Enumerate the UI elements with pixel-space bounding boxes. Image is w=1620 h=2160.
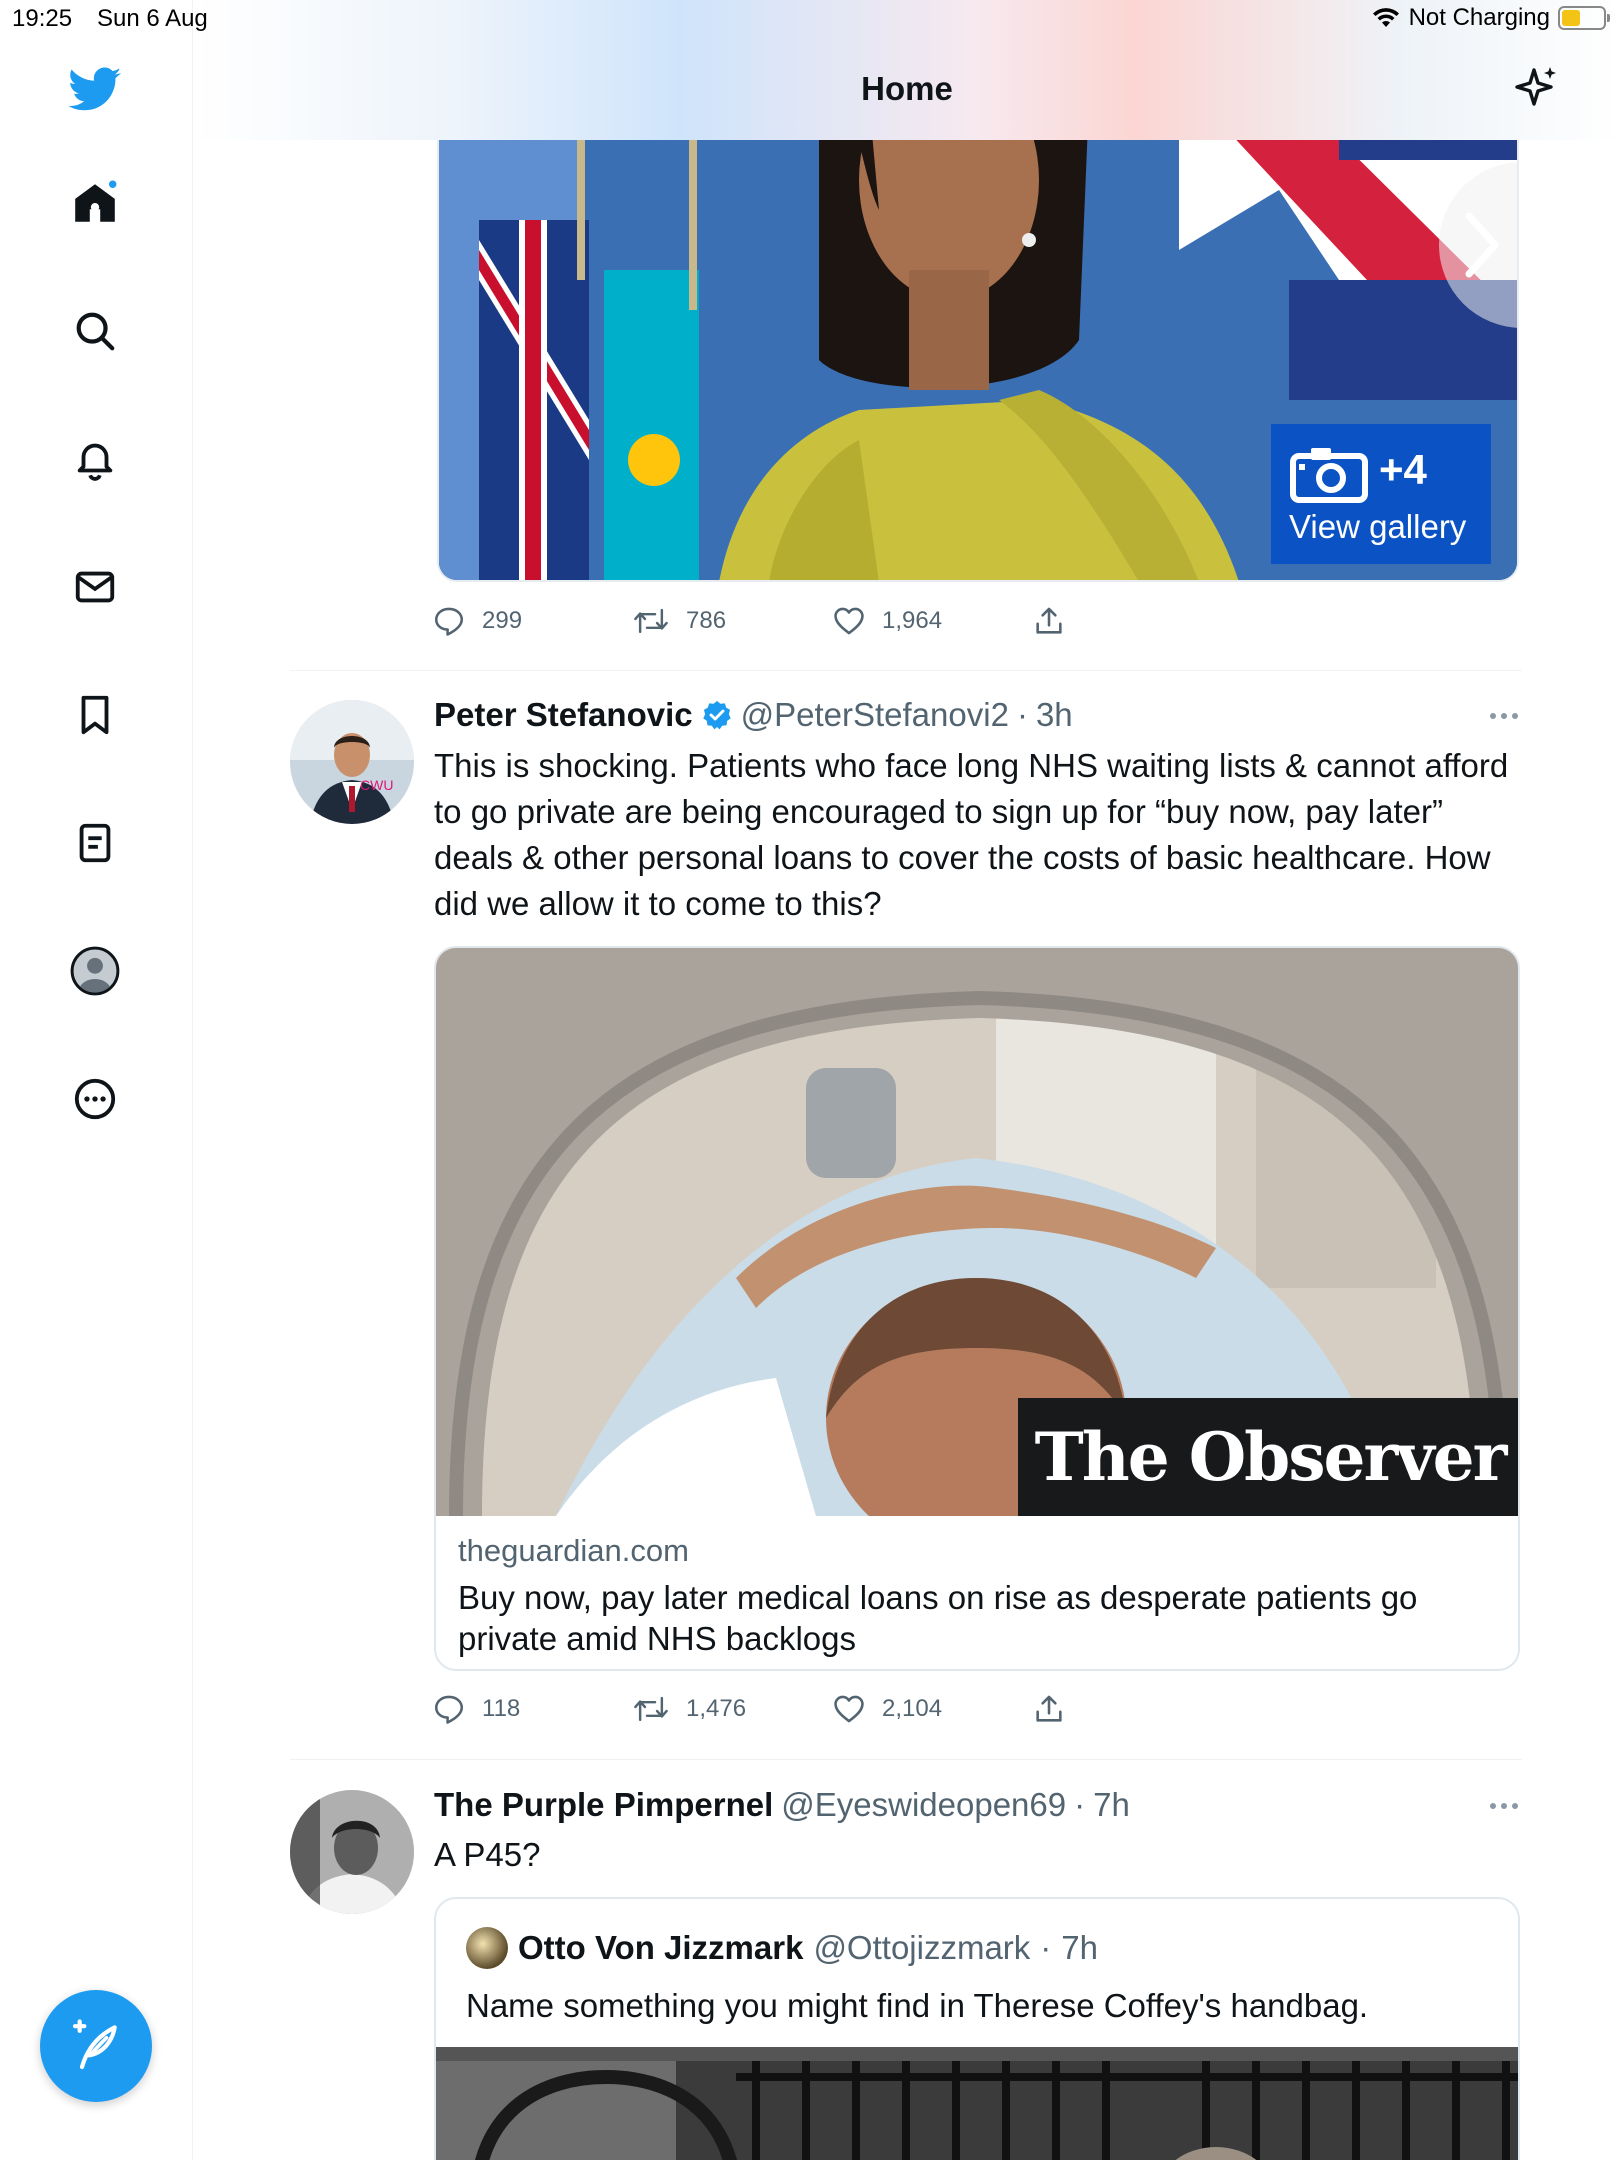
like-button[interactable]: 2,104 bbox=[832, 1692, 1032, 1726]
reply-count: 299 bbox=[482, 607, 523, 634]
retweet-icon bbox=[634, 1696, 668, 1722]
tweet-text: A P45? bbox=[434, 1836, 541, 1873]
ellipsis-icon bbox=[1490, 1803, 1518, 1809]
page-title: Home bbox=[861, 70, 953, 107]
tweet2-actions: 118 1,476 2,104 bbox=[432, 1692, 1232, 1726]
quoted-author-name: Otto Von Jizzmark bbox=[518, 1929, 804, 1966]
tweet2-header: Peter Stefanovic @PeterStefanovi2 · 3h bbox=[434, 696, 1073, 734]
quoted-avatar bbox=[466, 1927, 508, 1969]
avatar-badge: CWU bbox=[360, 777, 393, 793]
tweet-text: This is shocking. Patients who face long… bbox=[434, 747, 1509, 922]
view-gallery-badge[interactable]: +4 View gallery bbox=[1271, 424, 1491, 564]
status-time: 19:25 bbox=[12, 5, 73, 32]
quoted-tweet-image bbox=[436, 2047, 1518, 2160]
gallery-label: View gallery bbox=[1289, 508, 1467, 545]
status-bar: 19:25 Sun 6 Aug Not Charging bbox=[0, 0, 1620, 40]
retweet-count: 786 bbox=[686, 607, 727, 634]
status-date: Sun 6 Aug bbox=[97, 5, 208, 32]
tweet-time[interactable]: 3h bbox=[1036, 696, 1073, 734]
avatar[interactable]: CWU bbox=[290, 700, 414, 824]
share-icon bbox=[1036, 1695, 1062, 1722]
search-icon bbox=[76, 312, 115, 351]
heart-icon bbox=[834, 1695, 864, 1723]
battery-icon bbox=[1558, 6, 1610, 30]
quoted-photo bbox=[436, 2047, 1518, 2160]
author-name[interactable]: The Purple Pimpernel bbox=[434, 1786, 773, 1824]
quoted-tweet[interactable]: Otto Von Jizzmark @Ottojizzmark · 7h Nam… bbox=[434, 1897, 1520, 2160]
feather-plus-icon bbox=[72, 2019, 117, 2070]
retweet-button[interactable]: 1,476 bbox=[632, 1692, 832, 1726]
card-domain: theguardian.com bbox=[458, 1533, 689, 1568]
avatar-photo: CWU bbox=[290, 700, 414, 824]
bookmark-icon bbox=[81, 695, 109, 735]
sidebar-item-messages[interactable] bbox=[68, 560, 122, 614]
charging-status: Not Charging bbox=[1408, 4, 1550, 31]
more-circle-icon bbox=[74, 1078, 116, 1120]
sidebar-item-search[interactable] bbox=[68, 304, 122, 358]
profile-avatar-icon bbox=[70, 946, 120, 996]
status-right: Not Charging bbox=[1371, 4, 1610, 32]
reply-button[interactable]: 118 bbox=[432, 1692, 632, 1726]
retweet-button[interactable]: 786 bbox=[632, 604, 832, 638]
link-card[interactable]: The Observer theguardian.com Buy now, pa… bbox=[434, 946, 1520, 1671]
avatar-photo bbox=[290, 1790, 414, 1914]
avatar[interactable] bbox=[290, 1790, 414, 1914]
reply-icon bbox=[434, 607, 464, 636]
reply-count: 118 bbox=[482, 1695, 521, 1722]
share-button[interactable] bbox=[1032, 604, 1232, 638]
reply-icon bbox=[434, 1695, 464, 1724]
tweet3-header: The Purple Pimpernel @Eyeswideopen69 · 7… bbox=[434, 1786, 1130, 1824]
author-handle[interactable]: @Eyeswideopen69 bbox=[781, 1786, 1066, 1824]
more-options-button[interactable] bbox=[1488, 1786, 1520, 1820]
sidebar-item-bookmarks[interactable] bbox=[68, 688, 122, 742]
author-handle[interactable]: @PeterStefanovi2 bbox=[741, 696, 1009, 734]
tweet-divider bbox=[290, 670, 1522, 671]
ellipsis-icon bbox=[1490, 713, 1518, 719]
wifi-icon bbox=[1372, 8, 1399, 27]
gallery-count: +4 bbox=[1379, 446, 1427, 493]
quoted-tweet-header: Otto Von Jizzmark @Ottojizzmark · 7h bbox=[466, 1927, 1098, 1969]
link-card-image: The Observer bbox=[436, 948, 1518, 1516]
meta-separator: · bbox=[1040, 1929, 1052, 1966]
more-options-button[interactable] bbox=[1488, 696, 1520, 730]
sidebar-item-home[interactable] bbox=[68, 176, 122, 230]
sidebar-item-profile[interactable] bbox=[68, 944, 122, 998]
retweet-icon bbox=[634, 608, 668, 634]
observer-logo: The Observer bbox=[1018, 1398, 1518, 1516]
retweet-count: 1,476 bbox=[686, 1695, 747, 1722]
meta-separator: · bbox=[1074, 1786, 1086, 1823]
list-icon bbox=[79, 823, 111, 863]
tweet-photo-gallery[interactable]: +4 View gallery bbox=[437, 100, 1519, 582]
camera-icon bbox=[1290, 448, 1368, 503]
reply-button[interactable]: 299 bbox=[432, 604, 632, 638]
home-icon bbox=[75, 180, 117, 222]
author-name[interactable]: Peter Stefanovic bbox=[434, 696, 693, 734]
tweet1-actions: 299 786 1,964 bbox=[432, 604, 1232, 638]
like-count: 1,964 bbox=[882, 607, 943, 634]
like-count: 2,104 bbox=[882, 1695, 943, 1722]
share-icon bbox=[1036, 607, 1062, 634]
chevron-right-icon bbox=[1465, 212, 1499, 278]
quoted-tweet-time: 7h bbox=[1061, 1929, 1099, 1966]
sidebar-item-more[interactable] bbox=[68, 1072, 122, 1126]
like-button[interactable]: 1,964 bbox=[832, 604, 1032, 638]
bell-icon bbox=[77, 443, 113, 481]
heart-icon bbox=[834, 607, 864, 635]
quoted-tweet-text: Name something you might find in Therese… bbox=[466, 1987, 1369, 2024]
meta-separator: · bbox=[1016, 696, 1028, 733]
card-headline: Buy now, pay later medical loans on rise… bbox=[458, 1579, 1418, 1657]
sidebar-item-notifications[interactable] bbox=[68, 432, 122, 486]
twitter-logo-icon[interactable] bbox=[68, 63, 122, 117]
sparkle-icon[interactable] bbox=[1512, 64, 1560, 112]
tweet-divider bbox=[290, 1759, 1522, 1760]
quoted-author-handle: @Ottojizzmark bbox=[813, 1929, 1031, 1966]
share-button[interactable] bbox=[1032, 1692, 1232, 1726]
compose-tweet-button[interactable] bbox=[40, 1990, 152, 2102]
sidebar-item-lists[interactable] bbox=[68, 816, 122, 870]
sidebar bbox=[0, 0, 193, 2160]
mail-icon bbox=[75, 571, 115, 603]
verified-badge-icon bbox=[702, 701, 731, 730]
tweet-time[interactable]: 7h bbox=[1093, 1786, 1130, 1824]
